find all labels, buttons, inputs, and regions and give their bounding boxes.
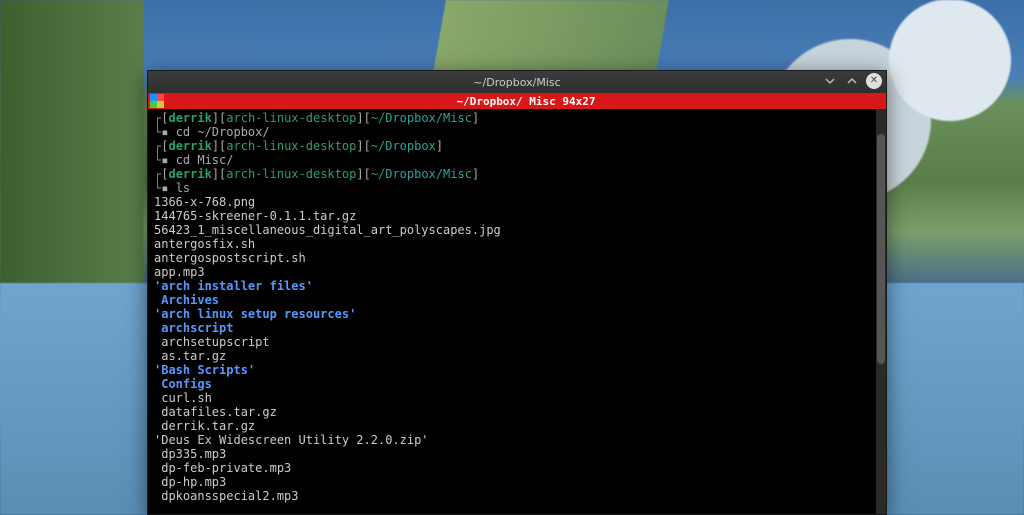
listing-entry: dp-hp.mp3 — [154, 475, 880, 489]
listing-entry: Configs — [154, 377, 880, 391]
listing-entry: as.tar.gz — [154, 349, 880, 363]
app-icon — [150, 94, 164, 108]
listing-entry: archsetupscript — [154, 335, 880, 349]
listing-entry: dp335.mp3 — [154, 447, 880, 461]
window-title: ~/Dropbox/Misc — [473, 76, 560, 89]
terminal-tabbar[interactable]: ~/Dropbox/ Misc 94x27 — [148, 93, 886, 109]
terminal-viewport[interactable]: ┌[derrik][arch-linux-desktop][~/Dropbox/… — [148, 109, 886, 514]
terminal-window: ~/Dropbox/Misc ✕ ~/Dropbox/ Misc 94x27 ┌… — [147, 70, 887, 515]
listing-entry: app.mp3 — [154, 265, 880, 279]
listing-entry: dp-feb-private.mp3 — [154, 461, 880, 475]
listing-entry: archscript — [154, 321, 880, 335]
tab-label: ~/Dropbox/ Misc 94x27 — [166, 95, 886, 108]
window-titlebar[interactable]: ~/Dropbox/Misc ✕ — [148, 71, 886, 93]
listing-entry: datafiles.tar.gz — [154, 405, 880, 419]
listing-entry: 'Deus Ex Widescreen Utility 2.2.0.zip' — [154, 433, 880, 447]
listing-entry: curl.sh — [154, 391, 880, 405]
listing-entry: dpkoansspecial2.mp3 — [154, 489, 880, 503]
command-line: └▪ cd Misc/ — [154, 153, 880, 167]
minimize-icon[interactable] — [822, 73, 838, 89]
listing-entry: antergospostscript.sh — [154, 251, 880, 265]
prompt-line: ┌[derrik][arch-linux-desktop][~/Dropbox] — [154, 139, 880, 153]
window-controls: ✕ — [822, 73, 882, 89]
prompt-line: ┌[derrik][arch-linux-desktop][~/Dropbox/… — [154, 111, 880, 125]
listing-entry: 1366-x-768.png — [154, 195, 880, 209]
listing-entry: 'Bash Scripts' — [154, 363, 880, 377]
prompt-line: ┌[derrik][arch-linux-desktop][~/Dropbox/… — [154, 167, 880, 181]
listing-entry: 'arch linux setup resources' — [154, 307, 880, 321]
terminal-scrollbar[interactable] — [876, 109, 886, 514]
listing-entry: 144765-skreener-0.1.1.tar.gz — [154, 209, 880, 223]
command-line: └▪ ls — [154, 181, 880, 195]
listing-entry: antergosfix.sh — [154, 237, 880, 251]
listing-entry: Archives — [154, 293, 880, 307]
listing-entry: 'arch installer files' — [154, 279, 880, 293]
scrollbar-thumb[interactable] — [877, 134, 885, 364]
close-icon[interactable]: ✕ — [866, 73, 882, 89]
maximize-icon[interactable] — [844, 73, 860, 89]
command-line: └▪ cd ~/Dropbox/ — [154, 125, 880, 139]
listing-entry: derrik.tar.gz — [154, 419, 880, 433]
listing-entry: 56423_1_miscellaneous_digital_art_polysc… — [154, 223, 880, 237]
